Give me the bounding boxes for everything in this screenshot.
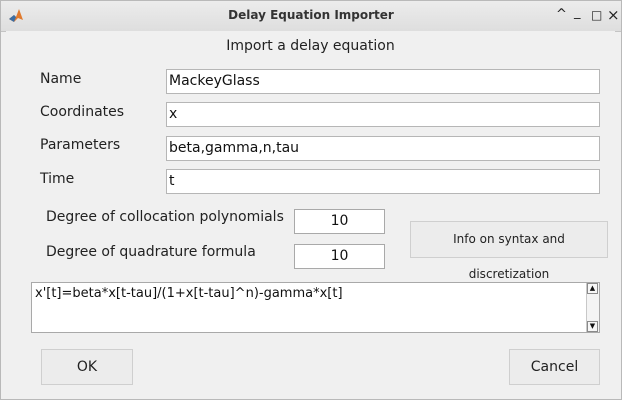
name-field[interactable]: MackeyGlass (166, 69, 600, 94)
minimize-button[interactable]: _ (574, 5, 581, 21)
parameters-field[interactable]: beta,gamma,n,tau (166, 136, 600, 161)
info-syntax-button[interactable]: Info on syntax and discretization (410, 221, 608, 281)
equation-text: x'[t]=beta*x[t-tau]/(1+x[t-tau]^n)-gamma… (35, 286, 343, 301)
title-bar[interactable]: Delay Equation Importer ^ _ □ × (1, 1, 621, 32)
importer-window: Delay Equation Importer ^ _ □ × Import a… (0, 0, 622, 400)
quadrature-degree-field[interactable]: 10 (294, 244, 385, 269)
arrow-down-icon[interactable]: ▼ (587, 321, 598, 332)
time-field[interactable]: t (166, 169, 600, 194)
coordinates-label: Coordinates (40, 104, 125, 120)
ok-button[interactable]: OK (41, 349, 133, 385)
close-button[interactable]: × (607, 7, 620, 23)
quadrature-degree-label: Degree of quadrature formula (46, 244, 256, 260)
coordinates-field[interactable]: x (166, 102, 600, 127)
time-label: Time (40, 171, 75, 187)
collocation-degree-label: Degree of collocation polynomials (46, 209, 284, 225)
parameters-label: Parameters (40, 137, 121, 153)
restore-button[interactable]: ^ (556, 7, 567, 23)
dialog-heading: Import a delay equation (226, 38, 395, 54)
equation-textarea[interactable]: x'[t]=beta*x[t-tau]/(1+x[t-tau]^n)-gamma… (31, 282, 600, 333)
cancel-button[interactable]: Cancel (509, 349, 600, 385)
name-label: Name (40, 71, 82, 87)
equation-scrollbar[interactable]: ▲ ▼ (586, 283, 599, 332)
arrow-up-icon[interactable]: ▲ (587, 283, 598, 294)
collocation-degree-field[interactable]: 10 (294, 209, 385, 234)
maximize-button[interactable]: □ (591, 7, 602, 23)
dialog-content: Import a delay equation Name MackeyGlass… (6, 31, 615, 397)
window-title: Delay Equation Importer (228, 8, 394, 22)
